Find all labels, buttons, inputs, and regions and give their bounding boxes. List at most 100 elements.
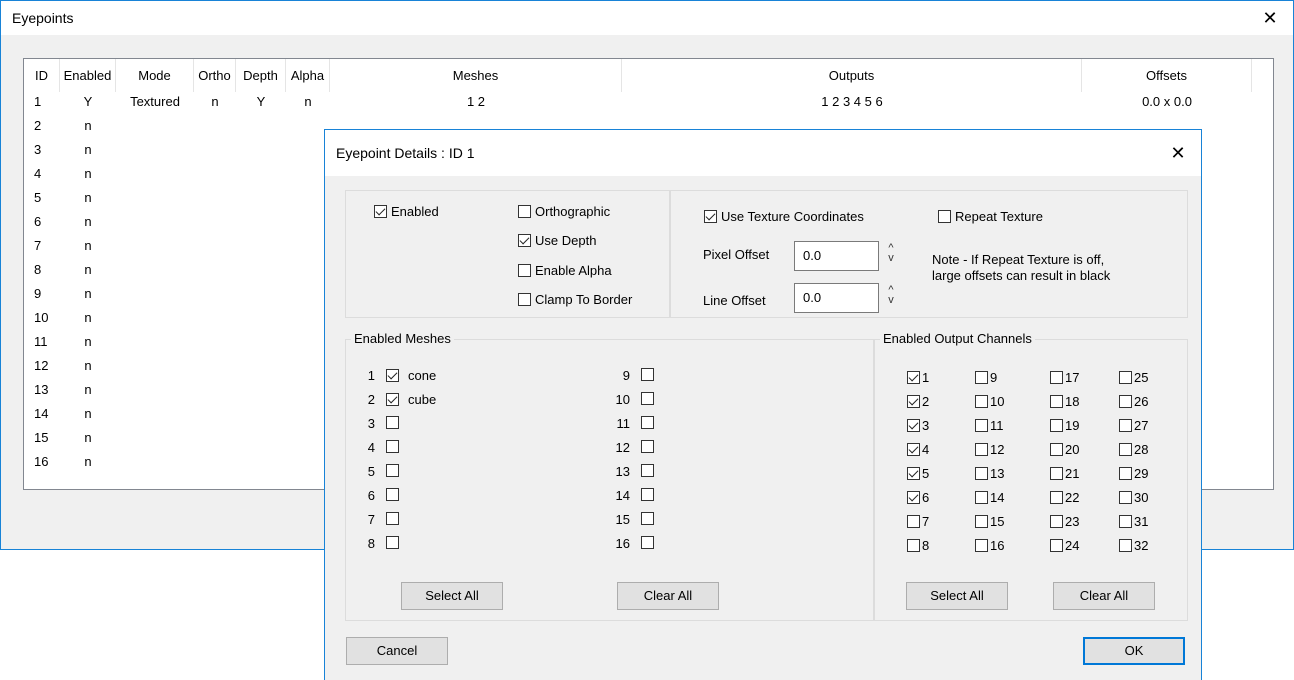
cell-id: 7 [34, 238, 42, 253]
column-header-alpha[interactable]: Alpha [286, 59, 330, 92]
use-texture-coordinates-checkbox[interactable]: Use Texture Coordinates [704, 209, 864, 224]
use-depth-checkbox[interactable]: Use Depth [518, 233, 596, 248]
pixel-offset-field[interactable]: 0.0 [794, 241, 879, 271]
output-channel-checkbox[interactable]: 15 [975, 514, 1004, 529]
mesh-checkbox[interactable] [641, 464, 663, 477]
output-channel-checkbox[interactable]: 3 [907, 418, 929, 433]
mesh-checkbox[interactable] [641, 488, 663, 501]
output-channel-checkbox[interactable]: 13 [975, 466, 1004, 481]
mesh-checkbox[interactable] [641, 392, 663, 405]
mesh-checkbox[interactable] [386, 536, 408, 549]
output-channel-label: 22 [1065, 490, 1080, 505]
mesh-checkbox[interactable] [386, 488, 408, 501]
output-channel-checkbox[interactable]: 32 [1119, 538, 1148, 553]
output-channel-checkbox[interactable]: 31 [1119, 514, 1148, 529]
check-icon [907, 467, 920, 480]
mesh-checkbox[interactable] [641, 440, 663, 453]
output-channel-checkbox[interactable]: 7 [907, 514, 929, 529]
output-channel-checkbox[interactable]: 27 [1119, 418, 1148, 433]
cell-id: 3 [34, 142, 42, 157]
output-channel-checkbox[interactable]: 21 [1050, 466, 1079, 481]
mesh-checkbox[interactable] [641, 512, 663, 525]
column-header-ortho[interactable]: Ortho [194, 59, 236, 92]
cell-id: 11 [34, 334, 48, 349]
output-channel-checkbox[interactable]: 10 [975, 394, 1004, 409]
clamp-to-border-checkbox[interactable]: Clamp To Border [518, 292, 632, 307]
mesh-number: 1 [367, 368, 375, 383]
output-channel-label: 20 [1065, 442, 1080, 457]
output-channel-checkbox[interactable]: 29 [1119, 466, 1148, 481]
checkbox-box [1050, 467, 1063, 480]
cell-enabled: n [84, 118, 92, 133]
output-channel-checkbox[interactable]: 25 [1119, 370, 1148, 385]
output-channel-label: 21 [1065, 466, 1080, 481]
column-header-enabled[interactable]: Enabled [60, 59, 116, 92]
output-channel-checkbox[interactable]: 22 [1050, 490, 1079, 505]
mesh-checkbox[interactable] [641, 368, 663, 381]
pixel-offset-spinner[interactable]: ^ v [885, 243, 897, 264]
output-channel-checkbox[interactable]: 4 [907, 442, 929, 457]
mesh-checkbox[interactable] [641, 536, 663, 549]
output-channel-checkbox[interactable]: 2 [907, 394, 929, 409]
output-channel-checkbox[interactable]: 18 [1050, 394, 1079, 409]
cell-enabled: n [84, 358, 92, 373]
column-header-depth[interactable]: Depth [236, 59, 286, 92]
output-channel-checkbox[interactable]: 5 [907, 466, 929, 481]
enabled-checkbox[interactable]: Enabled [374, 204, 439, 219]
cell-ortho: n [211, 94, 219, 109]
column-header-outputs[interactable]: Outputs [622, 59, 1082, 92]
output-channel-checkbox[interactable]: 1 [907, 370, 929, 385]
output-channel-checkbox[interactable]: 23 [1050, 514, 1079, 529]
output-channel-checkbox[interactable]: 26 [1119, 394, 1148, 409]
close-icon[interactable]: ✕ [1155, 130, 1201, 176]
output-channel-checkbox[interactable]: 9 [975, 370, 997, 385]
output-channel-checkbox[interactable]: 17 [1050, 370, 1079, 385]
chevron-down-icon[interactable]: v [885, 253, 897, 264]
column-header-mode[interactable]: Mode [116, 59, 194, 92]
output-channel-checkbox[interactable]: 6 [907, 490, 929, 505]
close-icon[interactable]: ✕ [1247, 1, 1293, 35]
meshes-select-all-button[interactable]: Select All [401, 582, 503, 610]
mesh-checkbox[interactable] [386, 440, 408, 453]
mesh-checkbox[interactable]: cone [386, 368, 436, 383]
output-channel-checkbox[interactable]: 30 [1119, 490, 1148, 505]
output-channel-checkbox[interactable]: 24 [1050, 538, 1079, 553]
line-offset-field[interactable]: 0.0 [794, 283, 879, 313]
meshes-clear-all-button[interactable]: Clear All [617, 582, 719, 610]
output-channel-label: 31 [1134, 514, 1149, 529]
mesh-number: 6 [367, 488, 375, 503]
output-channel-checkbox[interactable]: 12 [975, 442, 1004, 457]
cell-enabled: n [84, 310, 92, 325]
outputs-select-all-button[interactable]: Select All [906, 582, 1008, 610]
output-channel-checkbox[interactable]: 8 [907, 538, 929, 553]
note-line-2: large offsets can result in black [932, 268, 1111, 283]
column-header-offsets[interactable]: Offsets [1082, 59, 1252, 92]
output-channel-label: 15 [990, 514, 1005, 529]
output-channel-label: 25 [1134, 370, 1149, 385]
output-channel-checkbox[interactable]: 20 [1050, 442, 1079, 457]
mesh-checkbox[interactable]: cube [386, 392, 436, 407]
cancel-button[interactable]: Cancel [346, 637, 448, 665]
mesh-checkbox[interactable] [641, 416, 663, 429]
column-header-id[interactable]: ID [24, 59, 60, 92]
repeat-texture-checkbox[interactable]: Repeat Texture [938, 209, 1043, 224]
mesh-checkbox[interactable] [386, 416, 408, 429]
chevron-down-icon[interactable]: v [885, 295, 897, 306]
line-offset-spinner[interactable]: ^ v [885, 285, 897, 306]
mesh-number: 2 [367, 392, 375, 407]
mesh-checkbox[interactable] [386, 464, 408, 477]
mesh-checkbox[interactable] [386, 512, 408, 525]
output-channel-checkbox[interactable]: 16 [975, 538, 1004, 553]
output-channel-checkbox[interactable]: 28 [1119, 442, 1148, 457]
ok-button[interactable]: OK [1083, 637, 1185, 665]
output-channel-checkbox[interactable]: 14 [975, 490, 1004, 505]
cell-enabled: n [84, 190, 92, 205]
check-icon [907, 491, 920, 504]
outputs-clear-all-button[interactable]: Clear All [1053, 582, 1155, 610]
output-channel-checkbox[interactable]: 11 [975, 418, 1004, 433]
orthographic-checkbox[interactable]: Orthographic [518, 204, 610, 219]
enable-alpha-checkbox[interactable]: Enable Alpha [518, 263, 612, 278]
meshes-group-title: Enabled Meshes [351, 331, 454, 346]
column-header-meshes[interactable]: Meshes [330, 59, 622, 92]
output-channel-checkbox[interactable]: 19 [1050, 418, 1079, 433]
